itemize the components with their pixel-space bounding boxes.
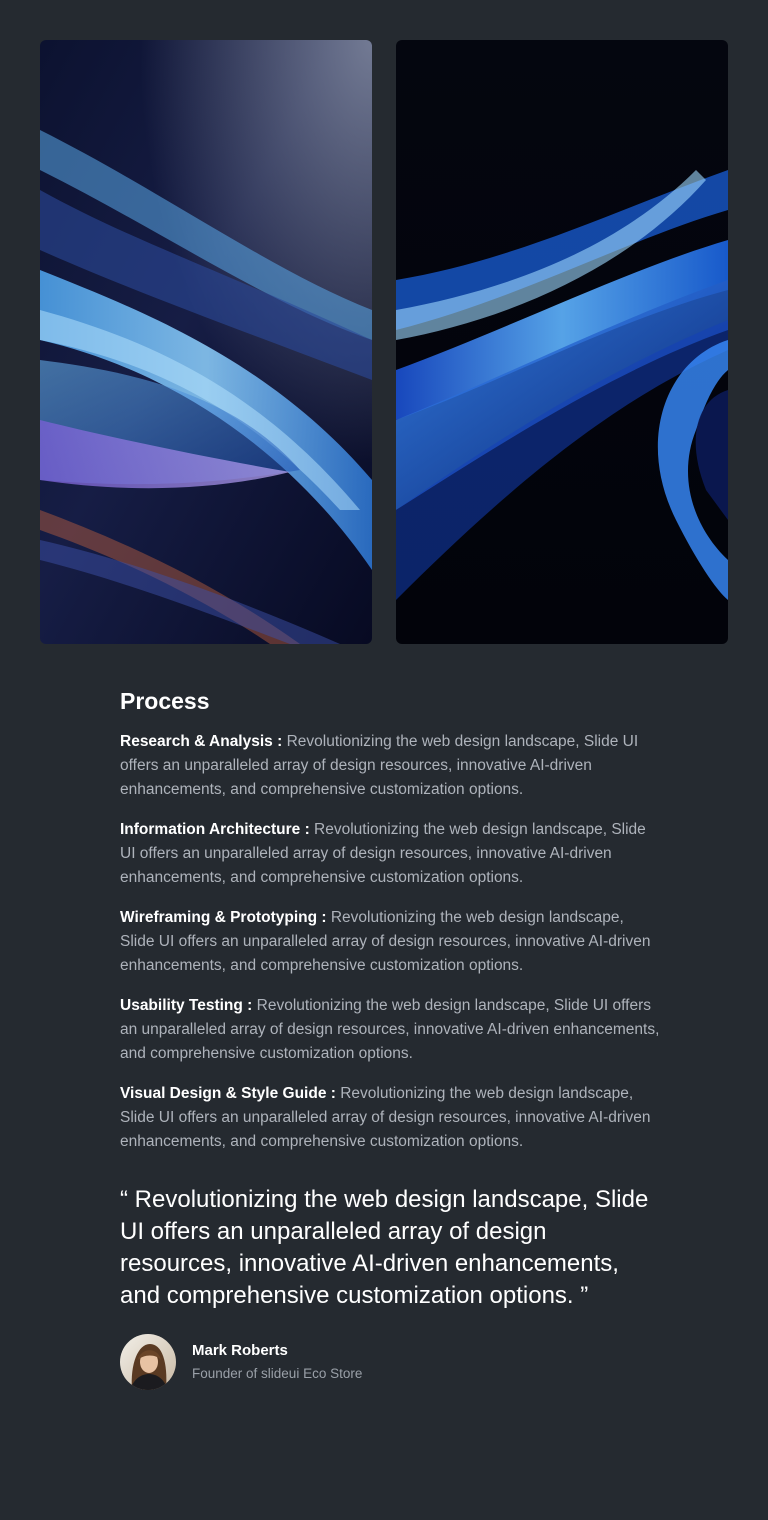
abstract-wave-image-left <box>40 40 372 644</box>
process-item-visual-design: Visual Design & Style Guide : Revolution… <box>120 1082 660 1154</box>
abstract-wave-image-right <box>396 40 728 644</box>
process-term: Information Architecture : <box>120 821 310 838</box>
process-section: Process Research & Analysis : Revolution… <box>120 686 660 1390</box>
testimonial-author: Mark Roberts Founder of slideui Eco Stor… <box>120 1334 660 1390</box>
process-term: Usability Testing : <box>120 997 253 1014</box>
process-term: Research & Analysis : <box>120 733 283 750</box>
process-item-information-architecture: Information Architecture : Revolutionizi… <box>120 818 660 890</box>
testimonial-quote: “ Revolutionizing the web design landsca… <box>120 1186 649 1309</box>
section-title: Process <box>120 688 210 714</box>
process-term: Wireframing & Prototyping : <box>120 909 327 926</box>
image-gallery <box>40 40 728 644</box>
process-item-usability-testing: Usability Testing : Revolutionizing the … <box>120 994 660 1066</box>
process-item-research: Research & Analysis : Revolutionizing th… <box>120 730 660 802</box>
author-name: Mark Roberts <box>192 1342 288 1359</box>
process-item-wireframing: Wireframing & Prototyping : Revolutioniz… <box>120 906 660 978</box>
process-term: Visual Design & Style Guide : <box>120 1085 336 1102</box>
author-info: Mark Roberts Founder of slideui Eco Stor… <box>192 1340 362 1384</box>
author-role: Founder of slideui Eco Store <box>192 1366 363 1381</box>
avatar <box>120 1334 176 1390</box>
